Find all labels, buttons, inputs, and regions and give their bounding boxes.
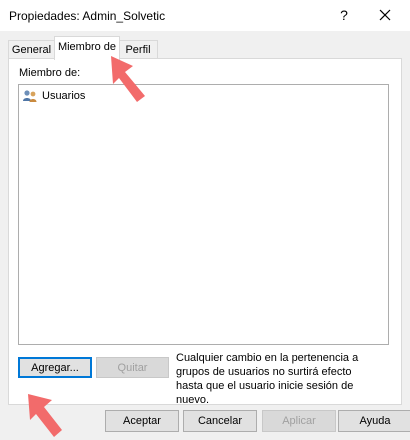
- add-button[interactable]: Agregar...: [18, 357, 92, 378]
- tab-general[interactable]: General: [8, 40, 55, 60]
- cancel-button[interactable]: Cancelar: [183, 410, 257, 432]
- remove-button[interactable]: Quitar: [96, 357, 169, 378]
- list-item[interactable]: Usuarios: [22, 88, 85, 104]
- accept-button[interactable]: Aceptar: [105, 410, 179, 432]
- annotation-arrow-tab: [111, 56, 145, 102]
- help-button[interactable]: Ayuda: [338, 410, 410, 432]
- membership-note: Cualquier cambio en la pertenencia a gru…: [176, 352, 359, 406]
- group-users-icon: [22, 88, 38, 104]
- apply-button[interactable]: Aplicar: [262, 410, 336, 432]
- title-bar: Propiedades: Admin_Solvetic ?: [0, 0, 410, 31]
- window-title: Propiedades: Admin_Solvetic: [9, 9, 166, 23]
- annotation-arrow-add: [28, 394, 62, 437]
- close-icon[interactable]: [373, 5, 397, 25]
- members-list[interactable]: [18, 84, 389, 345]
- help-icon[interactable]: ?: [334, 5, 354, 25]
- list-item-label: Usuarios: [42, 90, 86, 102]
- members-label: Miembro de:: [19, 67, 81, 79]
